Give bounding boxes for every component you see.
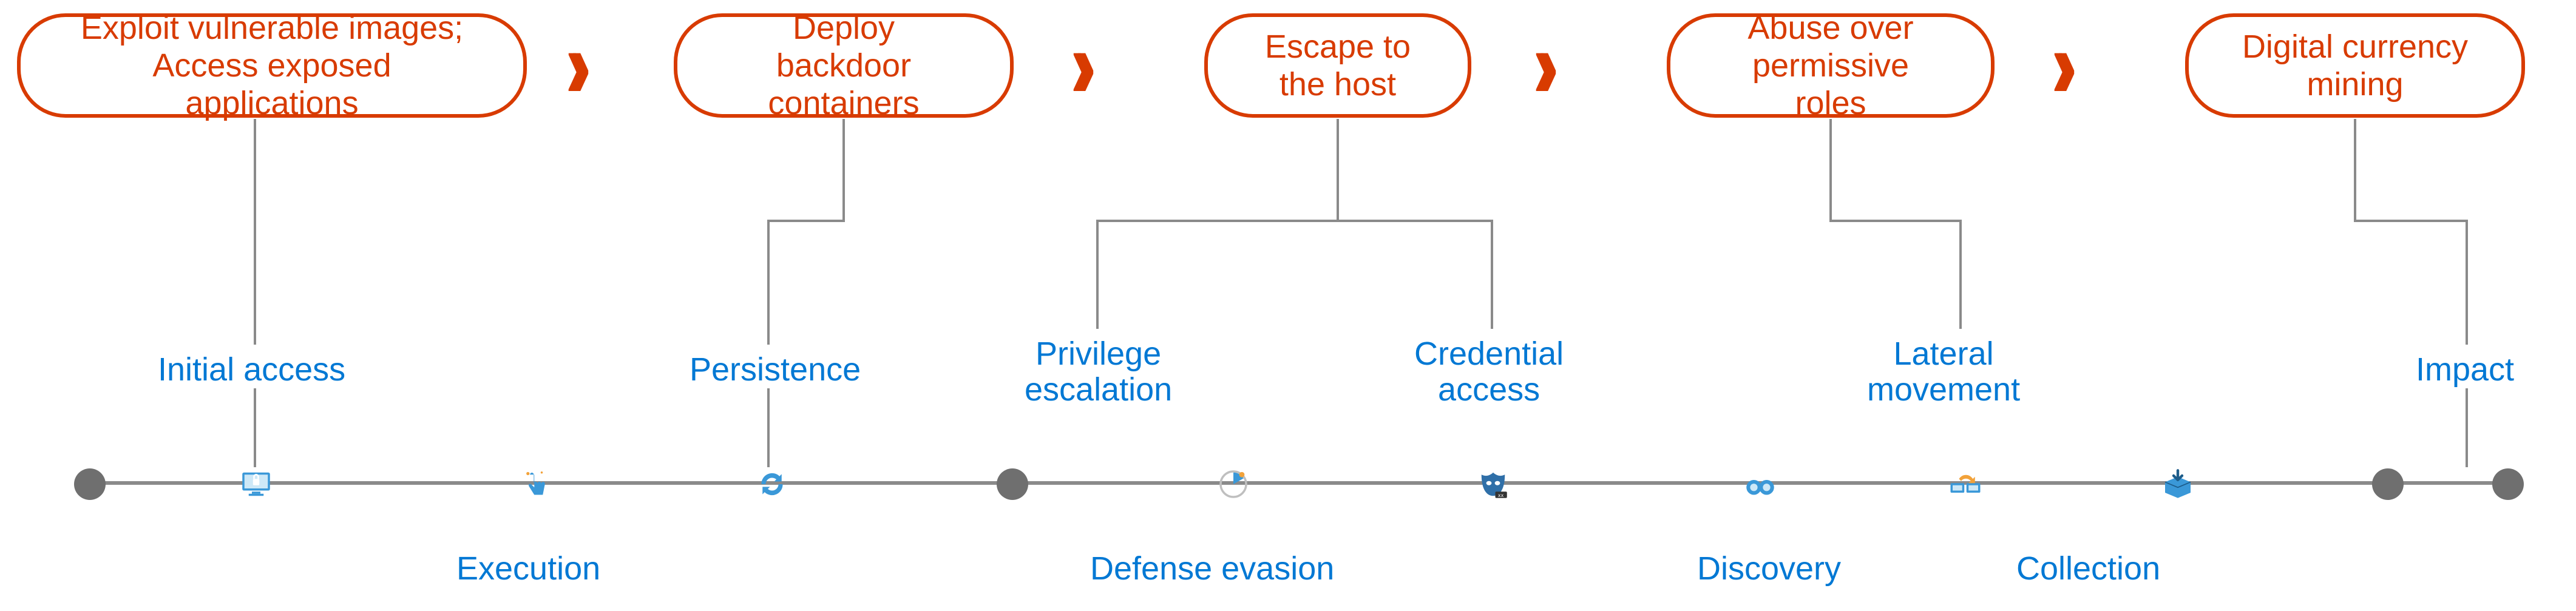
chevron-icon: ›› <box>1533 16 1542 113</box>
timeline-end-dot1 <box>2371 467 2405 501</box>
monitor-lock-icon <box>239 467 273 501</box>
stage-credential-access: Credential access <box>1414 336 1564 408</box>
timeline-end-dot2 <box>2491 467 2525 501</box>
stage-privilege-escalation: Privilege escalation <box>1025 336 1172 408</box>
timeline-bar <box>85 481 2521 485</box>
box-download-icon <box>2161 467 2195 501</box>
chevron-icon: ›› <box>566 16 575 113</box>
pill-deploy-backdoor: Deploy backdoor containers <box>674 13 1014 118</box>
pill-text: Escape to the host <box>1252 28 1424 103</box>
pill-exploit-vulnerable: Exploit vulnerable images; Access expose… <box>17 13 527 118</box>
pill-text: Abuse over permissive roles <box>1714 9 1947 122</box>
timeline-start-dot <box>73 467 107 501</box>
chevron-icon: ›› <box>1071 16 1080 113</box>
stage-defense-evasion: Defense evasion <box>1090 551 1334 587</box>
stage-execution: Execution <box>456 551 600 587</box>
pill-text: Exploit vulnerable images; Access expose… <box>64 9 480 122</box>
lateral-move-icon <box>1948 467 1982 501</box>
pill-text: Deploy backdoor containers <box>721 9 966 122</box>
radar-icon <box>1216 467 1250 501</box>
stage-initial-access: Initial access <box>158 352 345 388</box>
pill-text: Digital currency mining <box>2232 28 2478 103</box>
chevron-icon: ›› <box>2052 16 2061 113</box>
mask-icon: xx <box>1476 467 1510 501</box>
stage-impact: Impact <box>2416 352 2514 388</box>
stage-discovery: Discovery <box>1697 551 1841 587</box>
svg-text:xx: xx <box>1498 493 1504 498</box>
pill-escape-to-host: Escape to the host <box>1204 13 1471 118</box>
pill-abuse-permissive: Abuse over permissive roles <box>1667 13 1995 118</box>
stage-lateral-movement: Lateral movement <box>1867 336 2020 408</box>
binoculars-icon <box>1743 467 1777 501</box>
stage-collection: Collection <box>2016 551 2160 587</box>
stage-persistence: Persistence <box>690 352 861 388</box>
pill-digital-currency: Digital currency mining <box>2185 13 2525 118</box>
hand-click-icon <box>518 467 552 501</box>
sync-icon <box>755 467 789 501</box>
timeline-mid-dot <box>995 467 1029 501</box>
